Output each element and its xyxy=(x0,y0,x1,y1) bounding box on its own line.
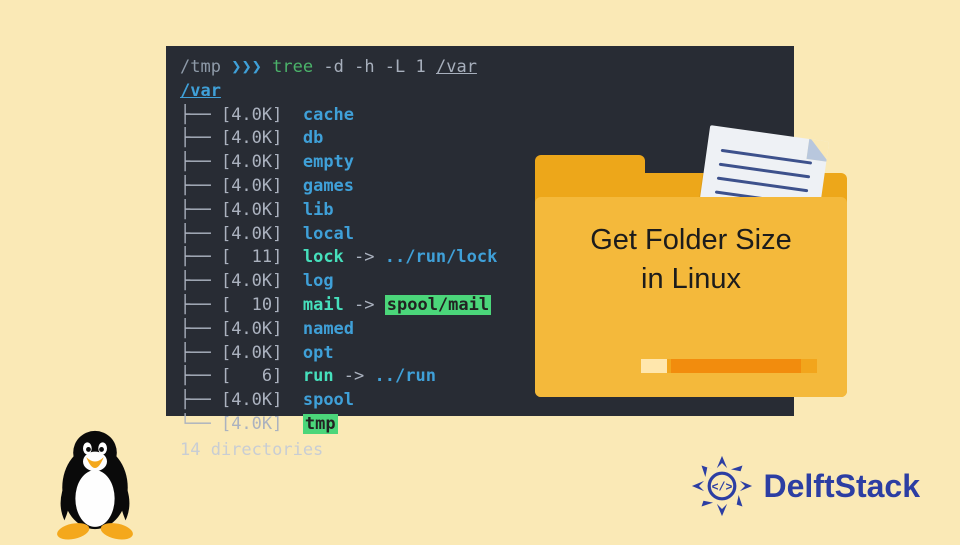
progress-bar xyxy=(641,359,817,373)
brand-text: DelftStack xyxy=(764,468,921,505)
command-argument: /var xyxy=(436,57,477,77)
command-options: -d -h -L 1 xyxy=(323,57,425,77)
svg-text:</>: </> xyxy=(711,481,732,494)
tree-row: ├── [4.0K] db xyxy=(180,127,780,151)
prompt-arrows: ❯❯❯ xyxy=(231,57,262,77)
delftstack-logo: </> DelftStack xyxy=(690,454,921,518)
card-title: Get Folder Size in Linux xyxy=(535,221,847,299)
terminal-prompt: /tmp ❯❯❯ tree -d -h -L 1 /var xyxy=(180,56,780,80)
prompt-path: /tmp xyxy=(180,57,221,77)
command-name: tree xyxy=(272,57,313,77)
title-line-1: Get Folder Size xyxy=(590,224,791,256)
folder-card: Get Folder Size in Linux xyxy=(535,155,847,397)
title-line-2: in Linux xyxy=(641,263,741,295)
tree-row: ├── [4.0K] cache xyxy=(180,104,780,128)
tux-penguin-icon xyxy=(40,420,150,540)
tree-root: /var xyxy=(180,80,780,104)
tree-row: └── [4.0K] tmp xyxy=(180,413,780,437)
brand-mark-icon: </> xyxy=(690,454,754,518)
